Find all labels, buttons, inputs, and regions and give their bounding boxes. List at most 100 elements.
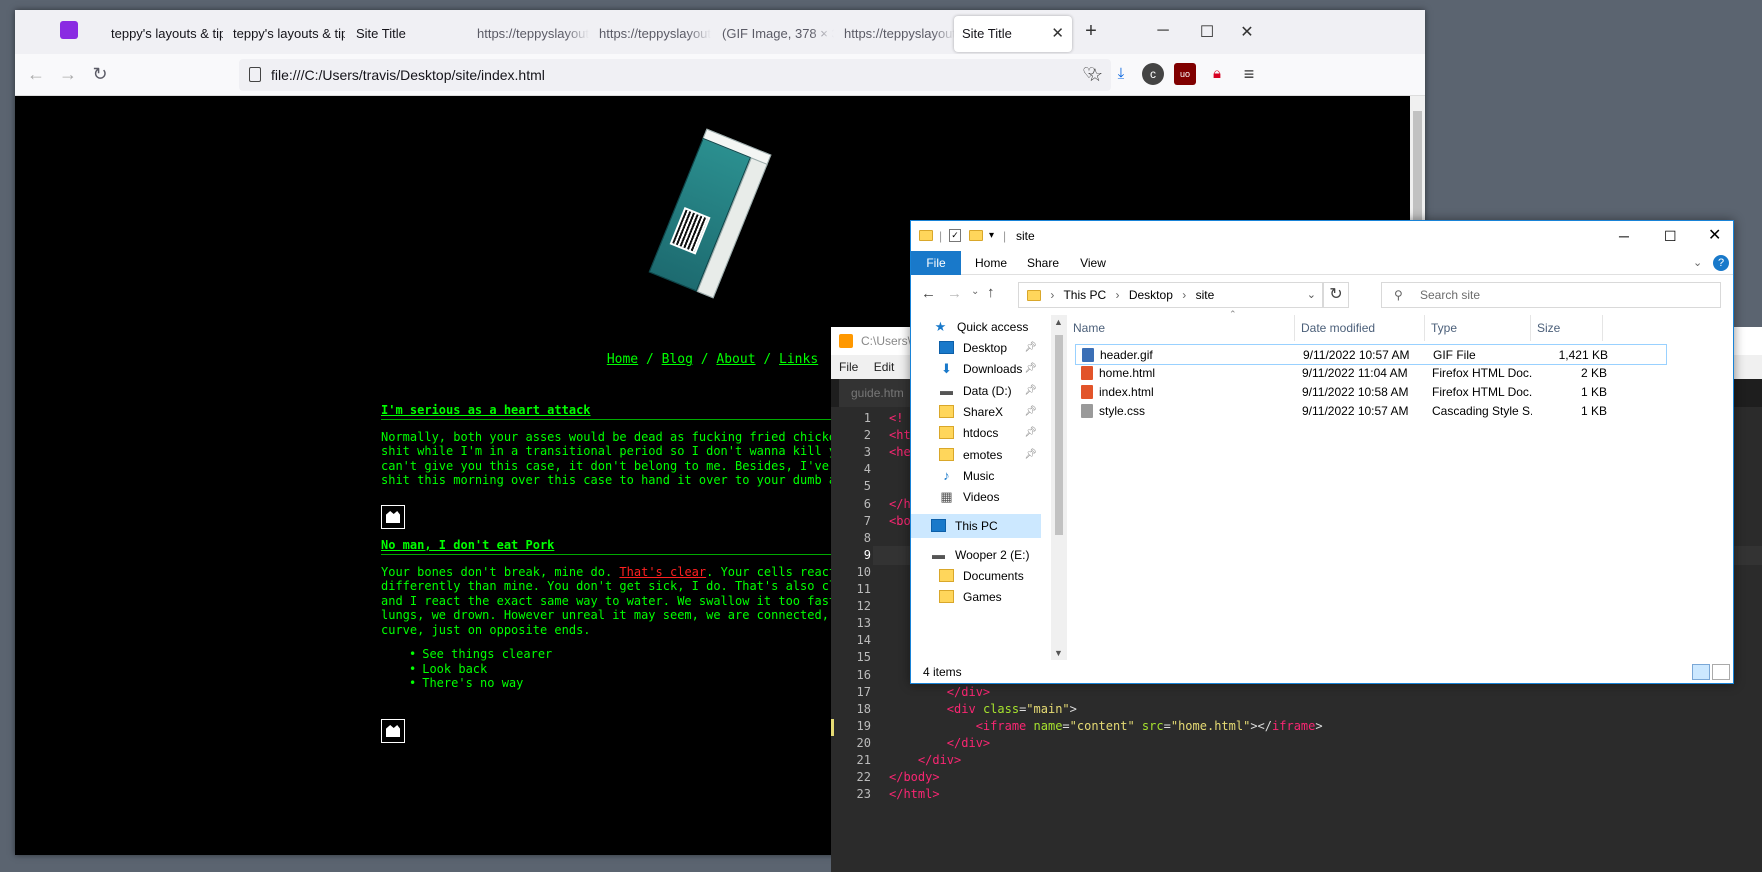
properties-icon[interactable]: ✓	[949, 229, 961, 242]
nav-link-about[interactable]: About	[716, 352, 755, 367]
new-tab-icon[interactable]: +	[1081, 20, 1101, 43]
editor-tab[interactable]: guide.htm	[839, 379, 916, 407]
nav-item-videos[interactable]: ▦ Videos	[911, 485, 1041, 509]
maximize-icon[interactable]: ☐	[1664, 221, 1677, 251]
nav-scrollbar[interactable]: ▲ ▼	[1051, 315, 1067, 660]
file-row[interactable]: index.html 9/11/2022 10:58 AM Firefox HTML…	[1075, 382, 1667, 403]
forward-icon[interactable]: →	[57, 64, 79, 85]
new-folder-icon[interactable]	[969, 230, 983, 241]
nav-item-downloads[interactable]: ⬇ Downloads 📌︎	[911, 357, 1041, 381]
tab-3[interactable]: https://teppyslayouts	[471, 16, 589, 52]
ribbon-tab-home[interactable]: Home	[969, 251, 1013, 275]
tab-1[interactable]: teppy's layouts & tips	[227, 16, 345, 52]
code-line[interactable]: </div>	[889, 736, 990, 750]
code-line[interactable]: <div class="main">	[889, 702, 1077, 716]
nav-item-label: htdocs	[963, 426, 999, 440]
tab-5[interactable]: (GIF Image, 378 × 396	[716, 16, 834, 52]
minimize-icon[interactable]: ─	[1619, 221, 1629, 251]
ribbon-tab-view[interactable]: View	[1071, 251, 1115, 275]
breadcrumb-this-pc[interactable]: This PC	[1063, 288, 1106, 302]
nav-item-htdocs[interactable]: htdocs 📌︎	[911, 421, 1041, 445]
nav-link-blog[interactable]: Blog	[662, 352, 693, 367]
column-size[interactable]: Size	[1531, 315, 1603, 341]
menu-file[interactable]: File	[839, 355, 858, 379]
code-line[interactable]: </div>	[889, 685, 990, 699]
menu-icon[interactable]: ≡	[1238, 63, 1260, 85]
expand-ribbon-icon[interactable]: ⌄	[1693, 251, 1702, 275]
file-row[interactable]: home.html 9/11/2022 11:04 AM Firefox HTML …	[1075, 363, 1667, 384]
close-icon[interactable]: ✕	[1708, 221, 1721, 251]
code-line[interactable]: <!	[889, 411, 903, 425]
downloads-icon[interactable]: ⤓	[1110, 63, 1132, 85]
ublock-icon[interactable]: uo	[1174, 63, 1196, 85]
nav-separator: /	[700, 352, 709, 367]
column-date[interactable]: Date modified	[1295, 315, 1425, 341]
close-tab-icon[interactable]: ✕	[1051, 16, 1064, 52]
close-window-icon[interactable]: ✕	[1237, 22, 1257, 42]
ribbon-tab-share[interactable]: Share	[1021, 251, 1065, 275]
reload-icon[interactable]: ↻	[89, 64, 111, 85]
address-bar[interactable]: › This PC › Desktop › site ⌄	[1018, 282, 1323, 308]
file-name: style.css	[1099, 404, 1146, 418]
code-line[interactable]: <he	[889, 445, 911, 459]
code-line[interactable]: <bo	[889, 514, 911, 528]
post-line: and I react the exact same way to water.…	[381, 593, 844, 608]
search-input[interactable]: ⚲ Search site	[1381, 282, 1721, 308]
header-gif	[648, 128, 772, 299]
sublime-logo-icon	[839, 334, 853, 348]
recent-dropdown-icon[interactable]: ⌄	[971, 286, 979, 297]
url-bar[interactable]: file:///C:/Users/travis/Desktop/site/ind…	[239, 59, 1111, 91]
nav-item-this-pc[interactable]: This PC	[911, 514, 1041, 538]
file-row[interactable]: style.css 9/11/2022 10:57 AM Cascading Sty…	[1075, 401, 1667, 422]
address-dropdown-icon[interactable]: ⌄	[1307, 283, 1316, 307]
file-row[interactable]: header.gif 9/11/2022 10:57 AM GIF File 1,42…	[1075, 344, 1667, 365]
back-icon[interactable]: ←	[921, 285, 936, 302]
file-size: 1 KB	[1580, 385, 1607, 399]
tab-active[interactable]: Site Title ✕	[954, 16, 1072, 52]
file-size: 1 KB	[1580, 404, 1607, 418]
details-view-icon[interactable]	[1692, 664, 1710, 680]
code-line[interactable]: <iframe name="content" src="home.html"><…	[889, 719, 1323, 733]
scroll-down-icon[interactable]: ▼	[1054, 648, 1063, 658]
scroll-up-icon[interactable]: ▲	[1054, 317, 1063, 327]
breadcrumb-site[interactable]: site	[1196, 288, 1215, 302]
tab-4[interactable]: https://teppyslayouts	[593, 16, 711, 52]
qat-dropdown-icon[interactable]: ▾	[989, 221, 994, 251]
forward-icon[interactable]: →	[947, 285, 962, 302]
folder-icon	[1027, 290, 1041, 302]
refresh-icon[interactable]: ↻	[1323, 282, 1349, 308]
tab-2[interactable]: Site Title	[350, 16, 468, 52]
help-icon[interactable]: ?	[1713, 255, 1729, 271]
minimize-icon[interactable]: ─	[1153, 22, 1173, 40]
up-icon[interactable]: ↑	[987, 284, 995, 301]
pocket-icon[interactable]: ♡	[1078, 63, 1100, 85]
folder-icon	[919, 230, 933, 241]
post-link[interactable]: That's clear	[619, 565, 706, 579]
file-date: 9/11/2022 11:04 AM	[1302, 366, 1408, 380]
back-icon[interactable]: ←	[25, 64, 47, 85]
nav-separator: /	[645, 352, 654, 367]
broken-image-icon	[381, 505, 405, 529]
tab-0[interactable]: teppy's layouts & tips	[105, 16, 223, 52]
menu-edit[interactable]: Edit	[874, 355, 895, 379]
code-line[interactable]: </h	[889, 497, 911, 511]
extension-c-icon[interactable]: c	[1142, 63, 1164, 85]
tab-6[interactable]: https://teppyslayouts	[838, 16, 956, 52]
code-line[interactable]: </body>	[889, 770, 940, 784]
code-line[interactable]: <ht	[889, 428, 911, 442]
lock-extension-icon[interactable]: 🔒︎	[1206, 63, 1228, 85]
nav-item-games[interactable]: Games	[911, 585, 1041, 609]
large-icons-view-icon[interactable]	[1712, 664, 1730, 680]
nav-link-home[interactable]: Home	[607, 352, 638, 367]
column-type[interactable]: Type	[1425, 315, 1531, 341]
nav-link-links[interactable]: Links	[779, 352, 818, 367]
maximize-icon[interactable]: ☐	[1197, 22, 1217, 42]
breadcrumb-desktop[interactable]: Desktop	[1129, 288, 1173, 302]
line-number: 12	[856, 599, 871, 614]
chevron-icon: ›	[1115, 288, 1120, 302]
code-line[interactable]: </div>	[889, 753, 961, 767]
column-name[interactable]: Name	[1067, 315, 1295, 341]
code-line[interactable]: </html>	[889, 787, 940, 801]
ribbon-tab-file[interactable]: File	[911, 251, 961, 275]
twitch-extension-icon[interactable]	[60, 21, 78, 39]
